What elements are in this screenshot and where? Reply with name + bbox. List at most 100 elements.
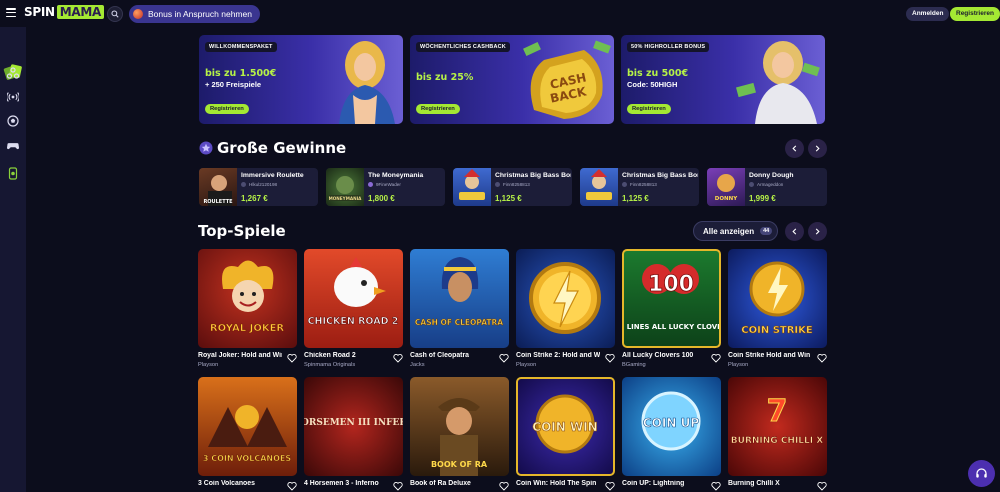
banner-weekly-cashback[interactable]: CASH BACK WÖCHENTLICHES CASHBACK bis zu … — [410, 35, 614, 124]
heart-icon[interactable] — [287, 481, 297, 491]
game-cover-text: COIN WIN — [532, 420, 597, 434]
heart-icon[interactable] — [711, 481, 721, 491]
show-all-button[interactable]: Alle anzeigen 44 — [693, 221, 778, 241]
game-card[interactable]: ROYAL JOKER Royal Joker: Hold and Win Pl… — [198, 249, 297, 368]
user-icon — [241, 182, 246, 187]
login-button[interactable]: Anmelden — [906, 7, 950, 21]
heart-icon[interactable] — [817, 353, 827, 363]
banner-character-art — [303, 35, 403, 124]
top-games-next-button[interactable] — [808, 222, 827, 241]
user-icon — [368, 182, 373, 187]
game-provider: Playson — [198, 362, 219, 368]
promo-banners: WILLKOMMENSPAKET bis zu 1.500€ + 250 Fre… — [199, 35, 826, 124]
heart-icon[interactable] — [605, 353, 615, 363]
game-cover-text: BURNING CHILLI X — [731, 436, 823, 446]
game-name: Coin UP: Lightning — [622, 480, 685, 487]
game-card[interactable]: CHICKEN ROAD 2 Chicken Road 2 Spinmama O… — [304, 249, 403, 368]
show-all-label: Alle anzeigen — [703, 226, 755, 236]
win-thumbnail — [453, 168, 491, 206]
game-cover: CHICKEN ROAD 2 — [304, 249, 403, 348]
big-wins-title: Große Gewinne — [217, 139, 347, 157]
live-broadcast-icon — [7, 92, 19, 102]
game-card[interactable]: 7 BURNING CHILLI X Burning Chilli X — [728, 377, 827, 491]
win-game-name: Christmas Big Bass Bonanza — [495, 172, 571, 179]
win-game-name: Donny Dough — [749, 172, 794, 179]
heart-icon[interactable] — [287, 353, 297, 363]
win-item[interactable]: ROULETTE Immersive Roulette Hlkul2120198… — [199, 168, 318, 206]
casino-chip-icon — [8, 166, 18, 180]
banner-register-button[interactable]: Registrieren — [205, 104, 249, 114]
top-games-prev-button[interactable] — [785, 222, 804, 241]
menu-icon[interactable] — [6, 8, 16, 18]
win-item[interactable]: MONEYMANIA The Moneymania 9FineWader 1,8… — [326, 168, 445, 206]
game-card[interactable]: COIN WIN Coin Win: Hold The Spin — [516, 377, 615, 491]
game-card[interactable]: 100 100 LINES ALL LUCKY CLOVERS All Luck… — [622, 249, 721, 368]
banner-headline: bis zu 25% — [416, 72, 474, 83]
heart-icon[interactable] — [499, 353, 509, 363]
game-card[interactable]: COIN UP Coin UP: Lightning — [622, 377, 721, 491]
win-item[interactable]: DONNY Donny Dough Armageddon 1,999 € — [707, 168, 827, 206]
claim-bonus-button[interactable]: Bonus in Anspruch nehmen — [129, 5, 260, 23]
game-provider: Playson — [728, 362, 749, 368]
win-thumbnail: DONNY — [707, 168, 745, 206]
big-wins-prev-button[interactable] — [785, 139, 804, 158]
sidebar-item-esports[interactable] — [7, 139, 19, 151]
sidebar-item-table-games[interactable] — [7, 67, 19, 79]
heart-icon[interactable] — [605, 481, 615, 491]
game-provider: Spinmama Originals — [304, 362, 356, 368]
game-cover-text: BOOK OF RA — [431, 460, 488, 469]
game-card[interactable]: BOOK OF RA Book of Ra Deluxe — [410, 377, 509, 491]
sidebar-item-live[interactable] — [7, 91, 19, 103]
win-amount: 1,125 € — [495, 194, 522, 203]
win-amount: 1,267 € — [241, 194, 268, 203]
heart-icon[interactable] — [499, 481, 509, 491]
banner-highroller-bonus[interactable]: 50% HIGHROLLER BONUS bis zu 500€ Code: 5… — [621, 35, 825, 124]
banner-register-button[interactable]: Registrieren — [416, 104, 460, 114]
sidebar-item-sports[interactable] — [7, 115, 19, 127]
logo-part2: MAMA — [56, 5, 105, 19]
win-thumbnail: ROULETTE — [199, 168, 237, 206]
win-item[interactable]: Christmas Big Bass Bonanza Finn8258813 1… — [453, 168, 572, 206]
game-cover-text: ROYAL JOKER — [210, 323, 285, 334]
heart-icon[interactable] — [393, 481, 403, 491]
win-thumbnail — [580, 168, 618, 206]
register-button[interactable]: Registrieren — [950, 7, 1000, 21]
heart-icon[interactable] — [393, 353, 403, 363]
game-card[interactable]: COIN STRIKE Coin Strike Hold and Win Pla… — [728, 249, 827, 368]
dice-icon — [7, 67, 19, 79]
game-cover: 100 100 LINES ALL LUCKY CLOVERS — [622, 249, 721, 348]
banner-register-button[interactable]: Registrieren — [627, 104, 671, 114]
win-username: Armageddon — [757, 182, 784, 187]
game-cover: 3 COIN VOLCANOES — [198, 377, 297, 476]
heart-icon[interactable] — [711, 353, 721, 363]
svg-text:7: 7 — [767, 394, 788, 429]
big-wins-list: ROULETTE Immersive Roulette Hlkul2120198… — [199, 168, 827, 206]
top-bar: SPIN MAMA Bonus in Anspruch nehmen Anmeld… — [0, 0, 1000, 27]
logo[interactable]: SPIN MAMA — [24, 5, 105, 19]
game-card[interactable]: Coin Strike 2: Hold and Win Playson — [516, 249, 615, 368]
search-button[interactable] — [107, 6, 123, 22]
game-cover-text: COIN STRIKE — [741, 325, 813, 336]
banner-tag: WÖCHENTLICHES CASHBACK — [416, 42, 510, 52]
chevron-right-icon — [815, 145, 820, 152]
sidebar-item-promotions[interactable] — [7, 166, 19, 180]
win-user: Finn8258813 — [495, 182, 530, 187]
win-item[interactable]: Christmas Big Bass Bonanza Finn8258813 1… — [580, 168, 699, 206]
game-cover-text: CHICKEN ROAD 2 — [308, 316, 399, 327]
banner-headline: bis zu 500€ — [627, 68, 689, 79]
big-wins-next-button[interactable] — [808, 139, 827, 158]
game-cover: COIN UP — [622, 377, 721, 476]
win-game-name: The Moneymania — [368, 172, 424, 179]
support-chat-button[interactable] — [968, 460, 995, 487]
banner-welcome-package[interactable]: WILLKOMMENSPAKET bis zu 1.500€ + 250 Fre… — [199, 35, 403, 124]
svg-text:MONEYMANIA: MONEYMANIA — [329, 196, 363, 201]
game-name: 4 Horsemen 3 - Inferno — [304, 480, 379, 487]
svg-text:DONNY: DONNY — [715, 196, 738, 202]
game-card[interactable]: 3 COIN VOLCANOES 3 Coin Volcanoes — [198, 377, 297, 491]
sidebar — [0, 27, 26, 492]
heart-icon[interactable] — [817, 481, 827, 491]
game-card[interactable]: 4 HORSEMEN III INFERNO 4 Horsemen 3 - In… — [304, 377, 403, 491]
game-card[interactable]: CASH OF CLEOPATRA Cash of Cleopatra Jack… — [410, 249, 509, 368]
win-user: Hlkul2120198 — [241, 182, 277, 187]
win-game-name: Immersive Roulette — [241, 172, 304, 179]
